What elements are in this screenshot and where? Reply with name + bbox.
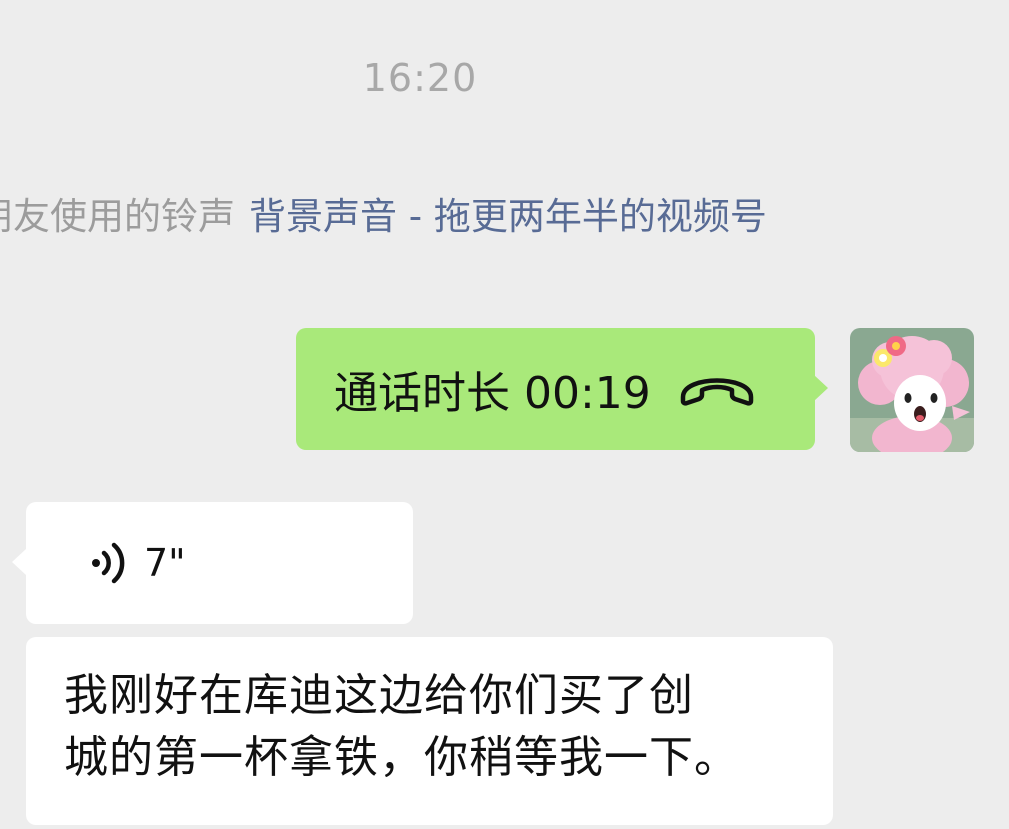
- voice-wave-icon: [92, 542, 125, 584]
- ringtone-prefix: 朋友使用的铃声: [0, 195, 235, 238]
- message-line: 我刚好在库迪这边给你们买了创: [64, 670, 694, 721]
- hangup-phone-icon: [680, 378, 754, 406]
- voice-duration: 7": [144, 541, 186, 585]
- avatar[interactable]: [850, 328, 974, 452]
- ringtone-notice: 朋友使用的铃声 背景声音 - 拖更两年半的视频号: [0, 186, 767, 240]
- call-duration-text: 通话时长 00:19: [334, 368, 651, 419]
- message-line: 城的第一杯拿铁，你稍等我一下。: [64, 732, 739, 783]
- call-message-bubble[interactable]: 通话时长 00:19: [296, 328, 828, 450]
- text-message-bubble[interactable]: 我刚好在库迪这边给你们买了创 城的第一杯拿铁，你稍等我一下。: [26, 637, 833, 825]
- ringtone-link[interactable]: 背景声音 - 拖更两年半的视频号: [249, 195, 767, 238]
- timestamp: 16:20: [362, 56, 478, 100]
- voice-message-bubble[interactable]: 7": [12, 502, 413, 624]
- avatar-image: [850, 328, 974, 452]
